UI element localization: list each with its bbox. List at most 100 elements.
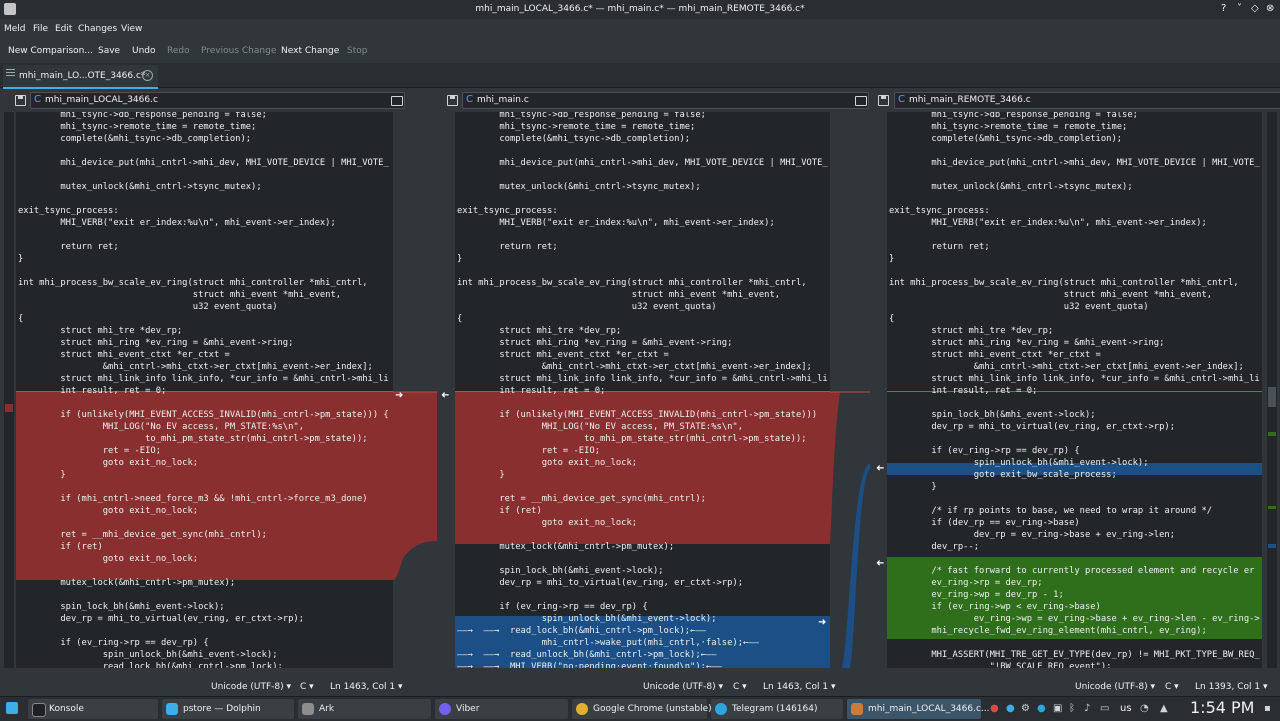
archive-icon <box>302 703 314 715</box>
folder-icon <box>166 703 178 715</box>
settings-tray-icon[interactable]: ⚙ <box>1021 703 1030 714</box>
right-change-overview[interactable] <box>1267 112 1277 668</box>
window-title: mhi_main_LOCAL_3466.c* — mhi_main.c* — m… <box>475 4 805 14</box>
change-link <box>842 463 870 668</box>
left-code[interactable]: mhi_tsync->db_response_pending = false; … <box>18 112 389 668</box>
middle-encoding-selector[interactable]: Unicode (UTF-8) ▾ <box>643 682 723 692</box>
push-right-arrow-icon[interactable]: ➜ <box>818 617 826 628</box>
right-file-name: mhi_main_REMOTE_3466.c <box>909 95 1031 105</box>
save-icon[interactable] <box>15 95 26 106</box>
middle-editor[interactable]: mhi_tsync->db_response_pending = false; … <box>455 112 830 668</box>
conflict-link <box>393 392 437 580</box>
right-code[interactable]: mhi_tsync->db_response_pending = false; … <box>889 112 1260 668</box>
stop-button[interactable]: Stop <box>347 46 367 56</box>
scroll-thumb[interactable] <box>1268 387 1276 407</box>
next-change-button[interactable]: Next Change <box>281 46 339 56</box>
close-icon[interactable]: ⊗ <box>1266 3 1274 14</box>
diff-icon <box>6 72 15 73</box>
right-language-selector[interactable]: C ▾ <box>1165 682 1179 692</box>
middle-file-path-field[interactable]: C mhi_main.c <box>462 92 869 109</box>
app-launcher-icon[interactable] <box>6 702 18 714</box>
previous-change-button[interactable]: Previous Change <box>201 46 276 56</box>
maximize-icon[interactable]: ◇ <box>1251 3 1259 14</box>
right-editor[interactable]: mhi_tsync->db_response_pending = false; … <box>887 112 1262 668</box>
save-icon[interactable] <box>447 95 458 106</box>
middle-file-name: mhi_main.c <box>477 95 529 105</box>
menu-view[interactable]: View <box>121 24 142 34</box>
undo-button[interactable]: Undo <box>132 46 156 56</box>
task-label: Google Chrome (unstable) <box>593 704 712 714</box>
middle-language-selector[interactable]: C ▾ <box>733 682 747 692</box>
telegram-tray-icon[interactable]: ● <box>1037 703 1046 714</box>
push-left-arrow-icon[interactable]: ➜ <box>876 558 884 569</box>
clipboard-icon[interactable]: ▣ <box>1053 703 1062 714</box>
help-icon[interactable]: ? <box>1221 3 1226 14</box>
right-file-path-field[interactable]: C mhi_main_REMOTE_3466.c <box>894 92 1280 109</box>
task-konsole[interactable]: Konsole <box>28 699 158 719</box>
task-dolphin[interactable]: pstore — Dolphin <box>162 699 294 719</box>
notification-icon[interactable]: ● <box>1006 703 1015 714</box>
left-editor[interactable]: mhi_tsync->db_response_pending = false; … <box>16 112 393 668</box>
change-marker[interactable] <box>1268 544 1276 548</box>
task-label: Telegram (146164) <box>732 704 818 714</box>
c-file-icon: C <box>898 94 905 105</box>
conflict-marker[interactable] <box>5 404 13 412</box>
tray-expand-icon[interactable]: ▲ <box>1160 703 1168 714</box>
conflict-link <box>830 392 840 544</box>
open-folder-icon[interactable] <box>391 96 403 106</box>
left-change-overview[interactable] <box>4 112 14 668</box>
new-comparison-button[interactable]: New Comparison... <box>8 46 93 56</box>
left-file-name: mhi_main_LOCAL_3466.c <box>45 95 158 105</box>
left-language-selector[interactable]: C ▾ <box>300 682 314 692</box>
vpn-icon[interactable]: ● <box>990 703 999 714</box>
save-icon[interactable] <box>878 95 889 106</box>
task-label: Ark <box>319 704 335 714</box>
volume-icon[interactable]: ♪ <box>1084 703 1090 714</box>
task-chrome[interactable]: Google Chrome (unstable) <box>572 699 712 719</box>
c-file-icon: C <box>466 94 473 105</box>
push-right-arrow-icon[interactable]: ➜ <box>395 390 403 401</box>
insert-marker[interactable] <box>1268 506 1276 509</box>
network-icon[interactable]: ◔ <box>1140 703 1149 714</box>
task-ark[interactable]: Ark <box>298 699 431 719</box>
right-link-gutter <box>830 391 870 668</box>
insert-marker[interactable] <box>1268 432 1276 436</box>
menu-bar: Meld File Edit Changes View <box>0 19 1280 39</box>
task-label: mhi_main_LOCAL_3466.c... <box>868 704 990 714</box>
taskbar: Konsole pstore — Dolphin Ark Viber Googl… <box>0 696 1280 721</box>
tab-comparison[interactable]: mhi_main_LO...OTE_3466.c* × <box>3 65 158 89</box>
menu-file[interactable]: File <box>33 24 48 34</box>
menu-changes[interactable]: Changes <box>78 24 117 34</box>
bluetooth-icon[interactable]: ᛒ <box>1069 703 1075 714</box>
task-label: Konsole <box>49 704 84 714</box>
clock[interactable]: 1:54 PM <box>1190 698 1254 717</box>
push-left-arrow-icon[interactable]: ➜ <box>876 463 884 474</box>
telegram-icon <box>715 703 727 715</box>
right-encoding-selector[interactable]: Unicode (UTF-8) ▾ <box>1075 682 1155 692</box>
toolbar: New Comparison... Save Undo Redo Previou… <box>0 39 1280 63</box>
keyboard-layout[interactable]: us <box>1120 703 1132 714</box>
redo-button[interactable]: Redo <box>167 46 190 56</box>
menu-meld[interactable]: Meld <box>4 24 26 34</box>
save-button[interactable]: Save <box>98 46 120 56</box>
task-label: Viber <box>456 704 480 714</box>
task-viber[interactable]: Viber <box>435 699 568 719</box>
tab-close-icon[interactable]: × <box>142 70 153 81</box>
middle-cursor-position[interactable]: Ln 1463, Col 1 ▾ <box>763 682 835 692</box>
terminal-icon <box>32 703 46 717</box>
viber-icon <box>439 703 451 715</box>
middle-code[interactable]: mhi_tsync->db_response_pending = false; … <box>457 112 828 668</box>
left-file-path-field[interactable]: C mhi_main_LOCAL_3466.c <box>30 92 405 109</box>
left-cursor-position[interactable]: Ln 1463, Col 1 ▾ <box>330 682 402 692</box>
left-encoding-selector[interactable]: Unicode (UTF-8) ▾ <box>211 682 291 692</box>
menu-edit[interactable]: Edit <box>55 24 72 34</box>
tab-bar: mhi_main_LO...OTE_3466.c* × <box>0 63 1280 89</box>
minimize-icon[interactable]: ˅ <box>1237 3 1242 14</box>
task-telegram[interactable]: Telegram (146164) <box>711 699 843 719</box>
task-meld[interactable]: mhi_main_LOCAL_3466.c... <box>847 699 990 719</box>
right-pane-header: C mhi_main_REMOTE_3466.c <box>860 91 1280 109</box>
push-left-arrow-icon[interactable]: ➜ <box>441 390 449 401</box>
battery-icon[interactable]: ▭ <box>1100 703 1109 714</box>
show-desktop-icon[interactable]: ▪ <box>1264 703 1271 714</box>
right-cursor-position[interactable]: Ln 1393, Col 1 ▾ <box>1195 682 1267 692</box>
